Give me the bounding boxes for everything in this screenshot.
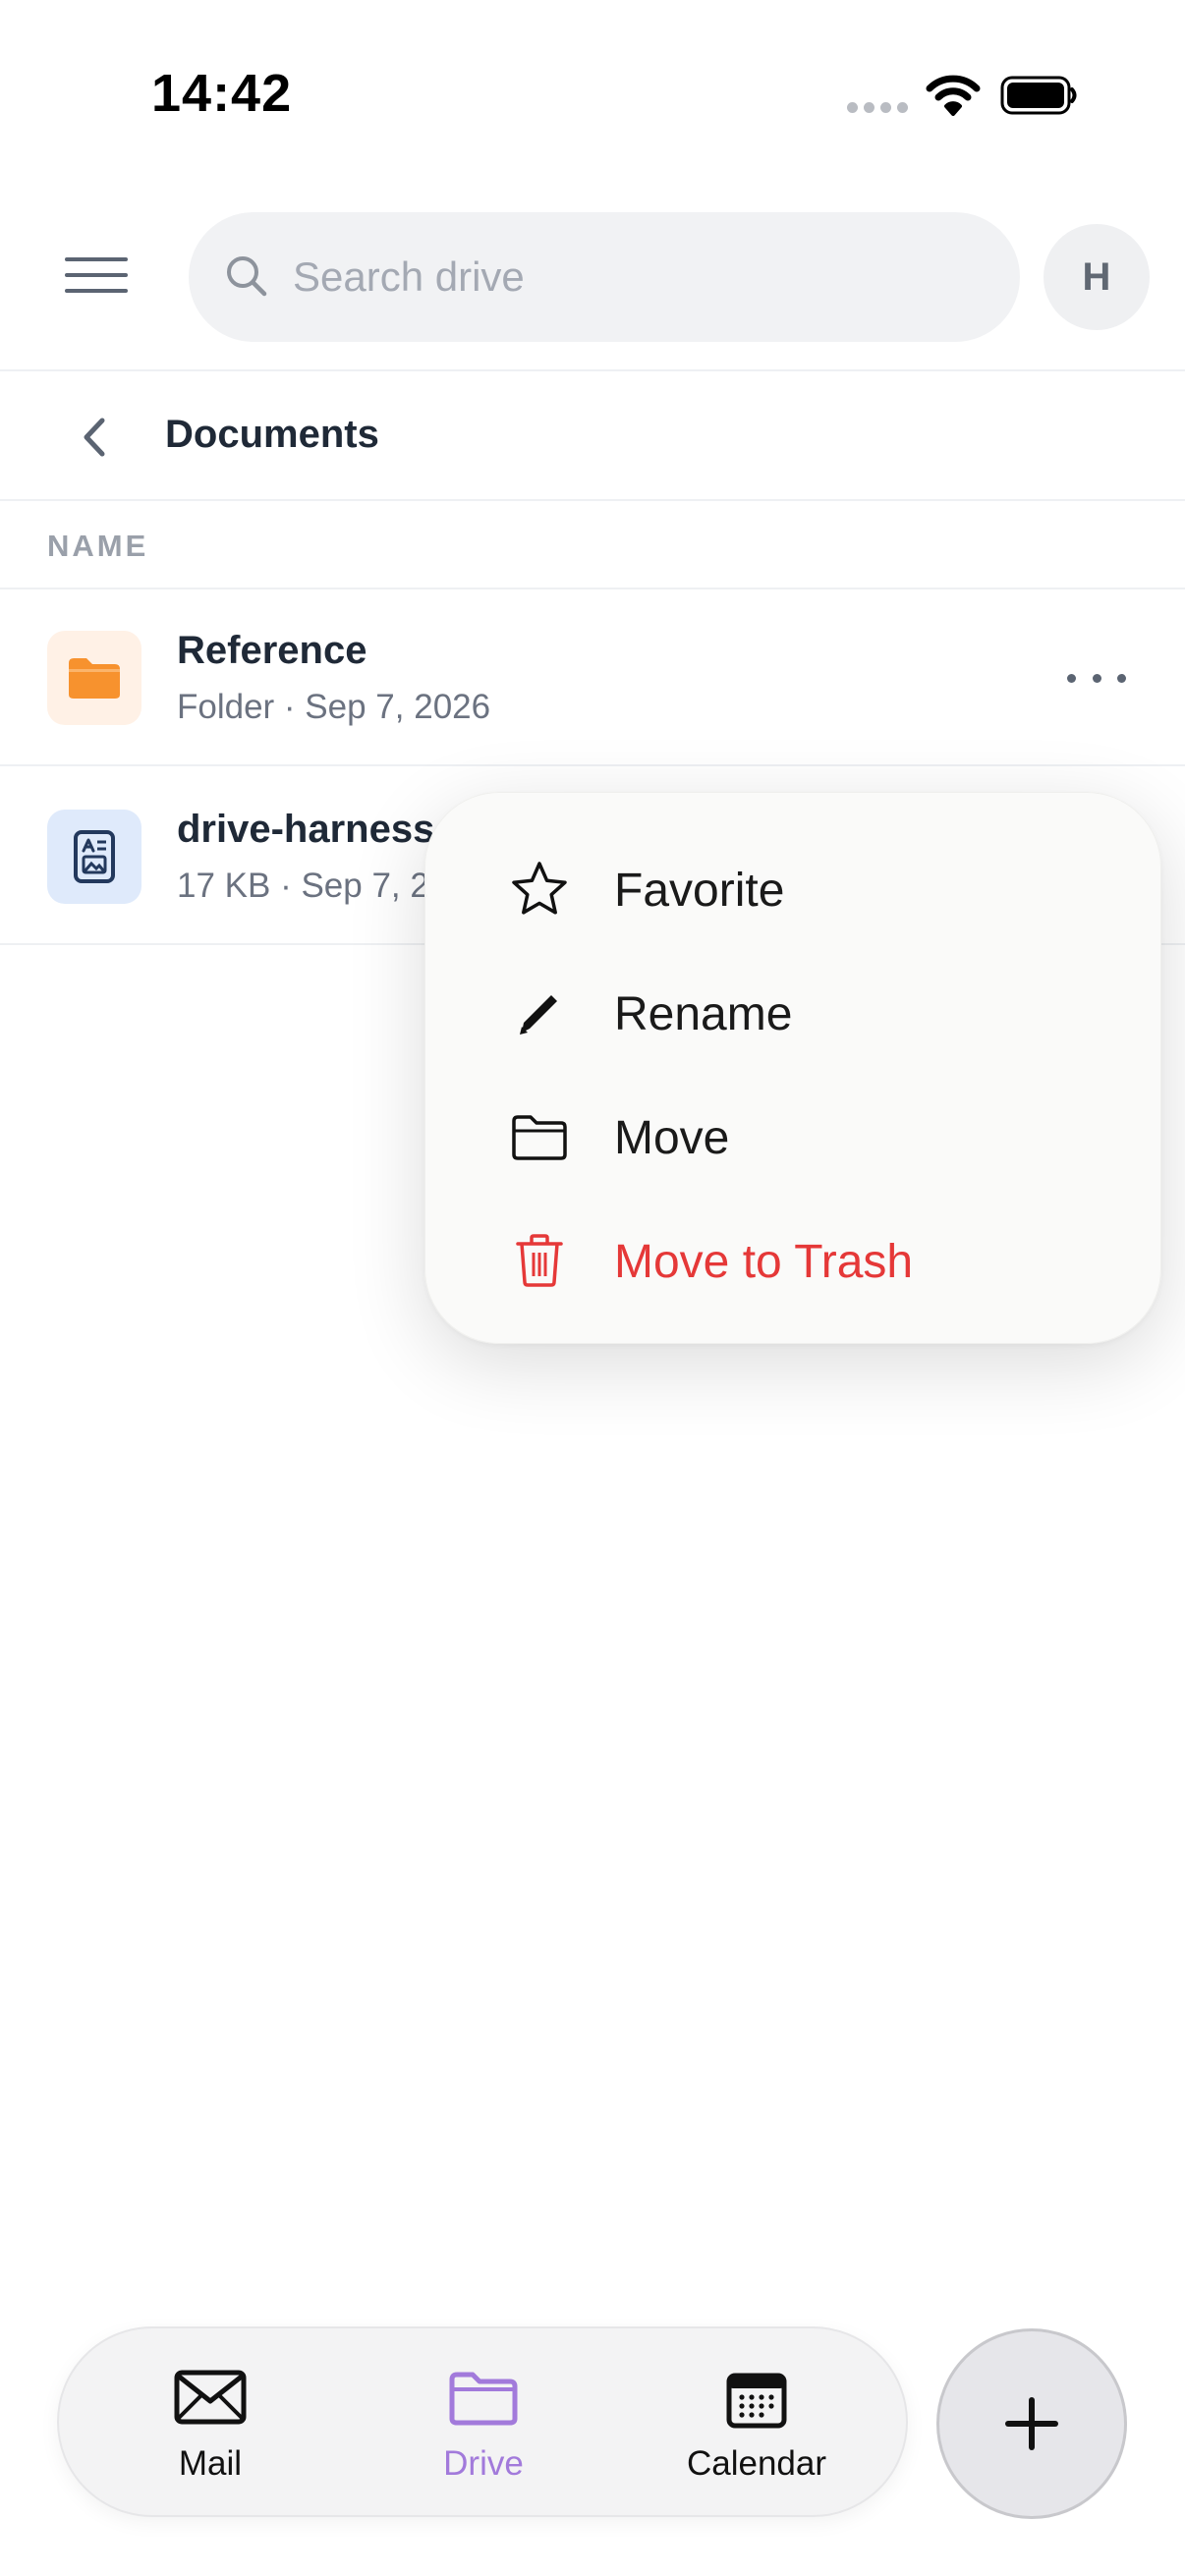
bottom-tab-bar: Mail Drive Calendar: [57, 2326, 908, 2517]
tab-calendar[interactable]: Calendar: [639, 2328, 875, 2519]
file-name: drive-harness: [177, 808, 435, 851]
context-menu: Favorite Rename Move Move to Trash: [424, 792, 1161, 1344]
status-bar: 14:42: [0, 0, 1185, 187]
menu-item-label: Rename: [614, 988, 793, 1040]
folder-icon: [47, 631, 141, 725]
plus-icon: [1005, 2397, 1058, 2450]
menu-item-favorite[interactable]: Favorite: [425, 832, 1162, 940]
tab-label: Calendar: [686, 2444, 827, 2483]
file-name: Reference: [177, 629, 367, 672]
menu-item-move[interactable]: Move: [425, 1080, 1162, 1188]
page-title: Documents: [165, 413, 379, 456]
envelope-icon: [174, 2370, 247, 2425]
add-button[interactable]: [936, 2328, 1127, 2519]
pencil-icon: [520, 995, 557, 1035]
search-icon: [227, 256, 267, 297]
search-bar[interactable]: [189, 212, 1020, 342]
list-item[interactable]: Reference Folder · Sep 7, 2026: [0, 589, 1185, 766]
battery-icon: [1000, 76, 1077, 115]
search-input[interactable]: [293, 240, 981, 314]
calendar-icon: [726, 2373, 787, 2429]
file-meta: 17 KB · Sep 7, 2: [177, 867, 429, 905]
back-chevron-icon[interactable]: [69, 409, 124, 466]
more-options-icon[interactable]: [1067, 656, 1126, 700]
menu-item-label: Move to Trash: [614, 1236, 914, 1288]
hamburger-menu-icon[interactable]: [65, 257, 128, 297]
column-header-name[interactable]: NAME: [0, 503, 1185, 589]
column-header-label: NAME: [47, 529, 149, 563]
menu-item-move-to-trash[interactable]: Move to Trash: [425, 1204, 1162, 1312]
tab-label: Drive: [443, 2444, 524, 2483]
menu-item-label: Move: [614, 1112, 730, 1164]
star-icon: [512, 862, 567, 915]
drive-screen: 14:42 H Do: [0, 0, 1185, 2576]
app-header: H: [0, 187, 1185, 371]
avatar[interactable]: H: [1044, 224, 1150, 330]
tab-label: Mail: [178, 2444, 243, 2483]
menu-item-label: Favorite: [614, 865, 785, 917]
trash-icon: [516, 1234, 563, 1287]
document-icon: [47, 810, 141, 904]
folder-icon: [449, 2372, 518, 2426]
tab-drive[interactable]: Drive: [366, 2328, 601, 2519]
file-meta: Folder · Sep 7, 2026: [177, 688, 491, 726]
breadcrumb: Documents: [0, 373, 1185, 501]
wifi-icon: [926, 75, 981, 116]
cellular-signal-icon: [847, 102, 908, 113]
tab-mail[interactable]: Mail: [92, 2328, 328, 2519]
status-time: 14:42: [151, 64, 293, 123]
folder-outline-icon: [512, 1115, 567, 1160]
menu-item-rename[interactable]: Rename: [425, 956, 1162, 1064]
